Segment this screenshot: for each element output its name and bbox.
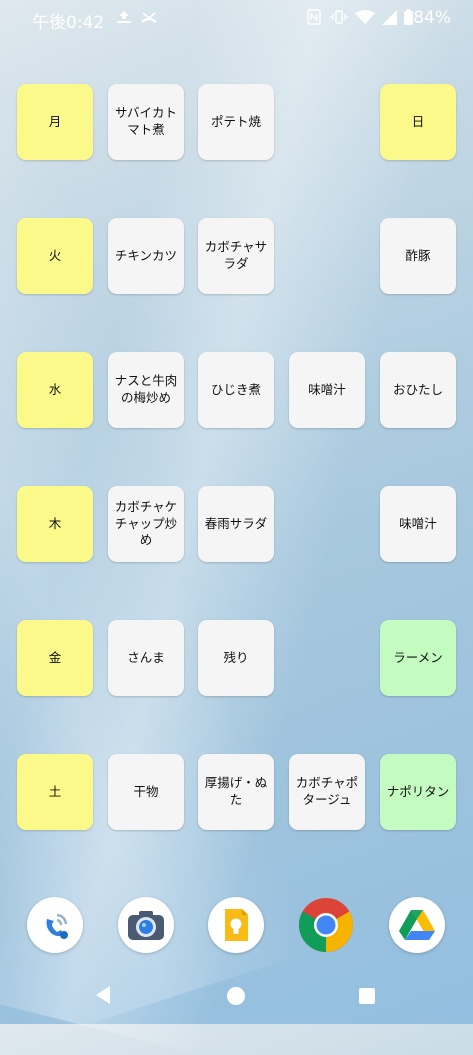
meal-tile-thu-3[interactable]: 味噌汁 (380, 486, 456, 562)
meal-tile-wed-3[interactable]: 味噌汁 (289, 352, 365, 428)
google-drive-icon[interactable] (389, 897, 445, 953)
keep-glyph-icon (225, 909, 248, 941)
meal-tile-mon-2[interactable]: ポテト焼 (198, 84, 274, 160)
camera-app-icon[interactable] (118, 897, 174, 953)
day-tile-thursday[interactable]: 木 (17, 486, 93, 562)
wifi-icon (355, 10, 375, 24)
meal-tile-tue-1[interactable]: チキンカツ (108, 218, 184, 294)
meal-tile-sat-2[interactable]: 厚揚げ・ぬた (198, 754, 274, 830)
meal-tile-sat-3[interactable]: カボチャポタージュ (289, 754, 365, 830)
clock: 午後0:42 (32, 13, 105, 33)
camera-glyph-icon (128, 911, 164, 940)
chrome-icon[interactable] (298, 897, 354, 953)
day-tile-saturday[interactable]: 土 (17, 754, 93, 830)
meal-tile-mon-1[interactable]: サバイカトマト煮 (108, 84, 184, 160)
nfc-icon (307, 9, 321, 25)
recents-button[interactable] (359, 988, 375, 1004)
day-tile-friday[interactable]: 金 (17, 620, 93, 696)
upload-icon (117, 11, 131, 23)
meal-tile-wed-2[interactable]: ひじき煮 (198, 352, 274, 428)
meal-tile-sat-1[interactable]: 干物 (108, 754, 184, 830)
meal-tile-wed-1[interactable]: ナスと牛肉の梅炒め (108, 352, 184, 428)
back-button[interactable] (96, 986, 110, 1004)
battery-icon (404, 9, 413, 25)
day-tile-tuesday[interactable]: 火 (17, 218, 93, 294)
missed-call-icon (141, 12, 157, 23)
status-bar: 午後0:42 84% (0, 0, 473, 36)
meal-tile-fri-1[interactable]: さんま (108, 620, 184, 696)
vibrate-icon (330, 10, 348, 24)
drive-glyph-icon (399, 910, 435, 940)
day-tile-sunday[interactable]: 日 (380, 84, 456, 160)
phone-glyph-icon (46, 913, 68, 939)
meal-tile-thu-1[interactable]: カボチャケチャップ炒め (108, 486, 184, 562)
keep-notes-icon[interactable] (208, 897, 264, 953)
meal-tile-tue-3[interactable]: 酢豚 (380, 218, 456, 294)
meal-tile-sat-4[interactable]: ナポリタン (380, 754, 456, 830)
meal-tile-thu-2[interactable]: 春雨サラダ (198, 486, 274, 562)
navigation-bar (0, 970, 473, 1024)
meal-tile-tue-2[interactable]: カボチャサラダ (198, 218, 274, 294)
meal-tile-fri-3[interactable]: ラーメン (380, 620, 456, 696)
signal-icon (382, 10, 397, 25)
meal-tile-fri-2[interactable]: 残り (198, 620, 274, 696)
meal-tile-wed-4[interactable]: おひたし (380, 352, 456, 428)
home-button[interactable] (227, 987, 245, 1005)
day-tile-wednesday[interactable]: 水 (17, 352, 93, 428)
phone-app-icon[interactable] (27, 897, 83, 953)
chrome-glyph-icon (298, 898, 354, 952)
battery-percentage: 84% (413, 8, 451, 28)
day-tile-monday[interactable]: 月 (17, 84, 93, 160)
